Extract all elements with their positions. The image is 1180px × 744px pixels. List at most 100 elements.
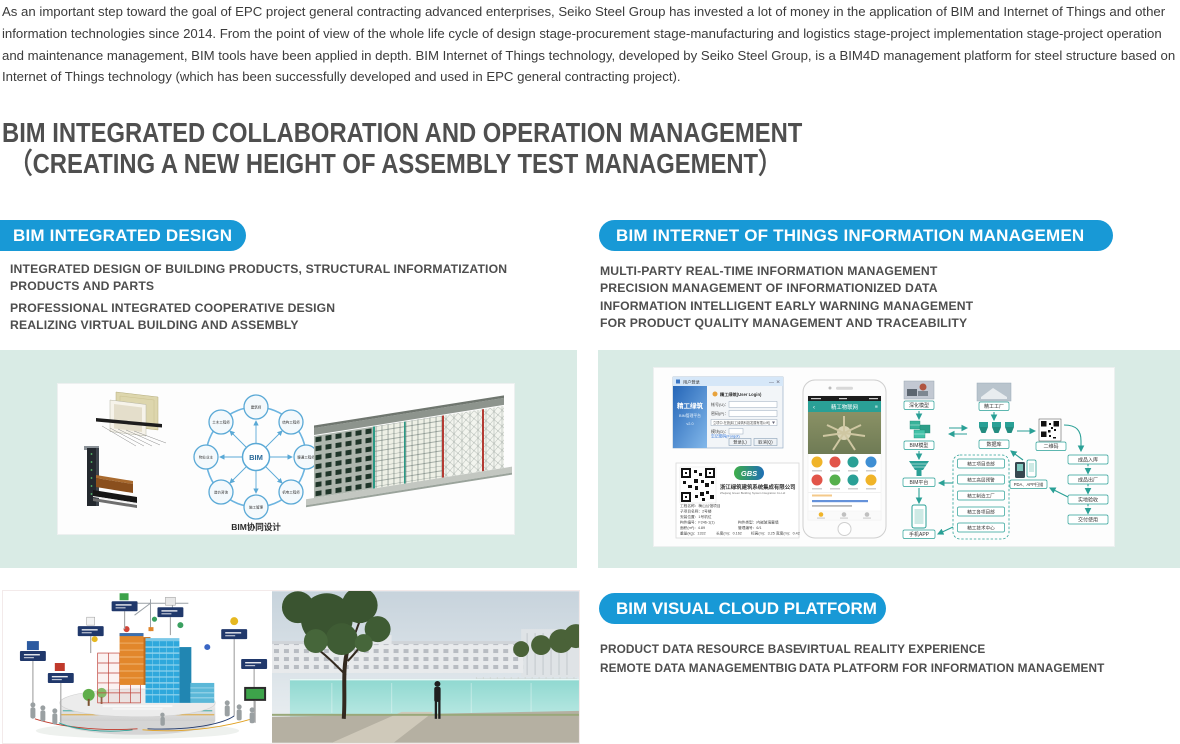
integrated-design-bullets: INTEGRATED DESIGN OF BUILDING PRODUCTS, … [10, 261, 522, 334]
role-label: 物业业主 [199, 455, 213, 460]
close-icon: ✕ [776, 380, 780, 386]
qr-card-row: 重量(kg)：1332 [680, 531, 706, 536]
qr-card-row: 长度(m)：0.162 [716, 531, 742, 536]
page-title-line2: （CREATING A NEW HEIGHT OF ASSEMBLY TEST … [2, 148, 802, 179]
qr-card-row: 面积(m²)：4.89 [680, 525, 705, 530]
role-label: 土木工程师 [212, 420, 230, 425]
qr-card-row: 构件类型：内嵌玻璃幕墙 [738, 520, 779, 525]
bim-hub-label: BIM [249, 453, 263, 462]
company-name-en: Zhejiang Green Building System Integrati… [720, 491, 786, 495]
page-title-line1: BIM INTEGRATED COLLABORATION AND OPERATI… [2, 117, 802, 148]
user-input [729, 402, 777, 408]
page-title: BIM INTEGRATED COLLABORATION AND OPERATI… [2, 117, 802, 179]
mobile-app-icon [912, 505, 926, 528]
qr-card-row: 构件编号：F246-1(1) [680, 520, 715, 525]
campus-rendering [272, 591, 579, 743]
bim-role-wheel: 建筑师 结构工程师 暖通工程师 机电工程师 施工管理 造价咨询 物业业主 土木工… [194, 395, 318, 532]
login-logo-icon [713, 392, 718, 397]
module-field-label: 模块(D)： [711, 428, 729, 434]
menu-icon: ≡ [875, 405, 878, 411]
qr-code-small-icon [1039, 419, 1061, 441]
camera-icon [829, 387, 832, 390]
building-model [306, 394, 512, 507]
notice-link-line [812, 500, 868, 502]
password-input [729, 411, 777, 417]
platform-illustration [3, 591, 272, 743]
qr-card-row: 工程名称：梅山公馆项目 [680, 503, 721, 508]
flow-node-label: 二维码 [1043, 443, 1058, 450]
minimize-icon: — [769, 379, 774, 385]
login-product: 精工绿筑(User Login) [720, 391, 762, 398]
iot-bullets: MULTI-PARTY REAL-TIME INFORMATION MANAGE… [600, 263, 1125, 332]
bullet-line: REALIZING VIRTUAL BUILDING AND ASSEMBLY [10, 317, 522, 334]
flow-node-label: 精工工厂 [984, 403, 1004, 410]
window-icon [676, 380, 680, 384]
badge-bim-iot-management: BIM INTERNET OF THINGS INFORMATION MANAG… [599, 220, 1113, 251]
bullet-line: DATA PLATFORM FOR INFORMATION MANAGEMENT [799, 659, 1104, 678]
forgot-password-link: 忘记密码(Forgot) [711, 434, 740, 439]
role-label: 造价咨询 [214, 490, 228, 495]
iot-flowchart: 深化模型 BIM模型 [903, 381, 1108, 539]
flow-node-label: 深化模型 [909, 402, 929, 409]
login-window: 用户登录 — ✕ 精工绿筑 BIM管理平台 v2.0 精工绿筑(User Log… [673, 377, 783, 448]
intro-paragraph: As an important step toward the goal of … [2, 1, 1179, 88]
flow-node-label: 成品出厂 [1078, 476, 1098, 483]
role-label: 暖通工程师 [297, 455, 315, 460]
flow-node-label: 实地验收 [1078, 496, 1098, 503]
login-version: v2.0 [686, 422, 693, 426]
login-button-label: 登录(L) [733, 438, 747, 444]
speaker-icon [836, 387, 853, 390]
login-platform: BIM管理平台 [679, 413, 701, 418]
bullet-line: INFORMATION INTELLIGENT EARLY WARNING MA… [600, 298, 1125, 315]
qr-label-card: GBS 浙江绿筑建筑系统集成有限公司 Zhejiang Green Buildi… [676, 463, 800, 538]
iot-figure-panel: 用户登录 — ✕ 精工绿筑 BIM管理平台 v2.0 精工绿筑(User Log… [598, 350, 1180, 568]
smartphone-mockup: ‹ 精工物联网 ≡ [803, 380, 886, 538]
app-header-title: 精工物联网 [831, 403, 858, 411]
flow-node-label: PDA、APP扫描 [1014, 481, 1044, 488]
department-label: 精工技术中心 [967, 524, 995, 531]
wall-panel-detail [96, 392, 166, 446]
flow-node-label: 交付使用 [1078, 516, 1098, 523]
flow-node-label: 成品入库 [1078, 456, 1098, 463]
badge-bim-integrated-design: BIM INTEGRATED DESIGN [0, 220, 246, 251]
login-brand: 精工绿筑 [677, 401, 704, 410]
project-dropdown-value: 立项中-在施[精工绿筑科技发展有限公司] [713, 420, 770, 425]
bim-platform-icon [909, 461, 929, 476]
role-label: 机电工程师 [282, 490, 300, 495]
department-label: 精工各项目部 [967, 508, 995, 515]
pda-devices-icon [1015, 460, 1036, 478]
gbs-logo-label: GBS [741, 469, 757, 478]
integrated-design-figure: 建筑师 结构工程师 暖通工程师 机电工程师 施工管理 造价咨询 物业业主 土木工… [57, 383, 515, 535]
department-label: 精工高层预警 [967, 476, 995, 483]
bim-overview-page: As an important step toward the goal of … [0, 0, 1180, 744]
qr-code-icon [680, 467, 716, 503]
department-label: 精工项目总部 [967, 460, 995, 467]
cancel-button-label: 取消(Q) [758, 438, 773, 445]
back-icon: ‹ [813, 405, 815, 411]
department-label: 精工制造工厂 [967, 492, 995, 499]
flow-node-label: BIM平台 [910, 479, 929, 486]
qr-card-row: 安装位置：1号机位 [680, 514, 712, 519]
badge-bim-visual-cloud: BIM VISUAL CLOUD PLATFORM [599, 593, 886, 624]
role-label: 建筑师 [251, 405, 262, 410]
bullet-line: FOR PRODUCT QUALITY MANAGEMENT AND TRACE… [600, 315, 1125, 332]
login-window-title: 用户登录 [683, 379, 700, 386]
corner-component-detail [84, 446, 137, 508]
flow-node-label: 手机APP [909, 531, 930, 538]
module-input [729, 429, 743, 435]
aerial-photo [808, 412, 881, 454]
flow-node-label: 数据库 [986, 441, 1001, 448]
qr-card-row: 宽度(m)：0.42 [776, 531, 800, 536]
user-field-label: 帐号(U)： [711, 401, 729, 407]
iot-figure: 用户登录 — ✕ 精工绿筑 BIM管理平台 v2.0 精工绿筑(User Log… [653, 367, 1115, 547]
database-icon [979, 422, 1014, 433]
bullet-line: REMOTE DATA MANAGEMENTBIG [600, 659, 799, 678]
blue-glass-tower [146, 638, 192, 703]
bullet-line: MULTI-PARTY REAL-TIME INFORMATION MANAGE… [600, 263, 1125, 280]
bullet-line: INTEGRATED DESIGN OF BUILDING PRODUCTS, … [10, 261, 522, 295]
bullet-line: VIRTUAL REALITY EXPERIENCE [799, 640, 1104, 659]
bullet-line: PROFESSIONAL INTEGRATED COOPERATIVE DESI… [10, 300, 522, 317]
qr-card-row: 标高(m)：3.25 [751, 531, 775, 536]
password-field-label: 密码(P)： [711, 410, 728, 416]
bim-collaboration-diagram: 建筑师 结构工程师 暖通工程师 机电工程师 施工管理 造价咨询 物业业主 土木工… [58, 384, 514, 534]
